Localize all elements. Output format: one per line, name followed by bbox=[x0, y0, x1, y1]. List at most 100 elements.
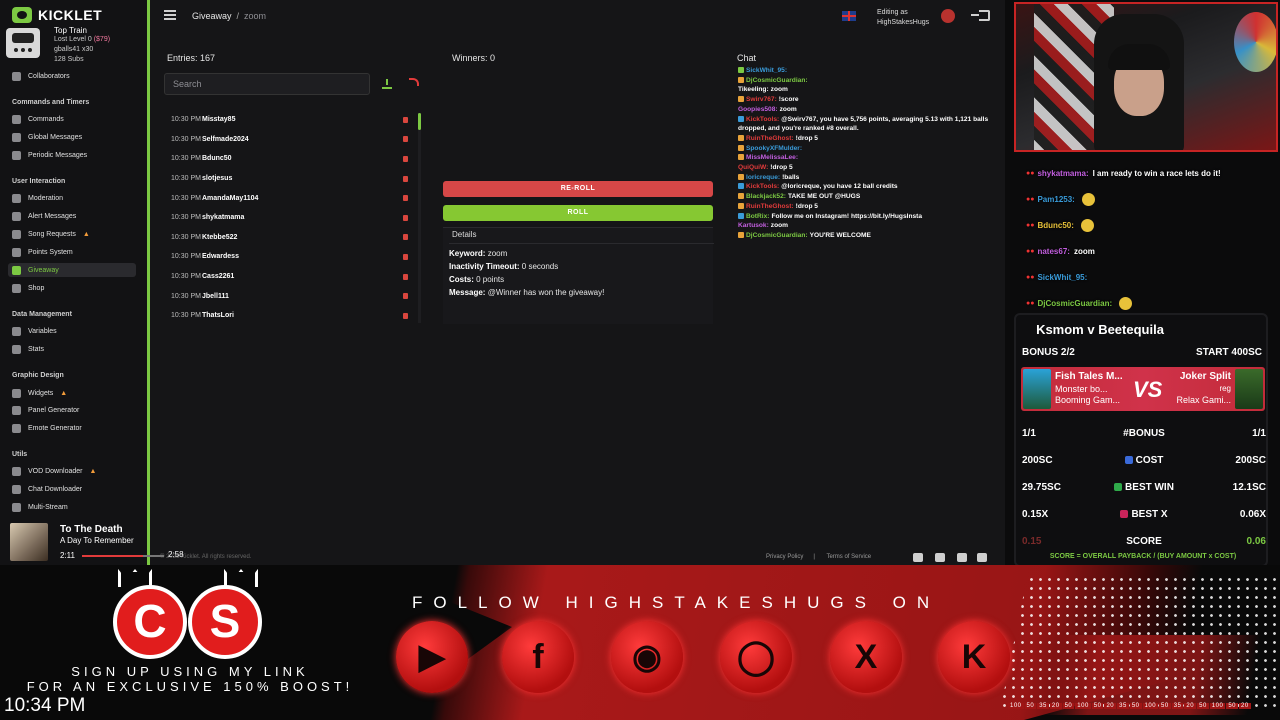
sidebar-item-points-system[interactable]: Points System bbox=[12, 245, 140, 259]
entry-username: shykatmama bbox=[202, 214, 245, 222]
discord-icon[interactable] bbox=[913, 553, 923, 562]
delete-icon[interactable] bbox=[403, 175, 408, 182]
delete-icon[interactable] bbox=[403, 195, 408, 202]
menu-toggle-icon[interactable] bbox=[164, 10, 176, 20]
language-flag-icon[interactable] bbox=[842, 11, 856, 21]
download-icon[interactable] bbox=[382, 79, 392, 89]
stream-chat-text: zoom bbox=[1073, 246, 1095, 256]
delete-icon[interactable] bbox=[403, 234, 408, 241]
game1-name: Fish Tales M... bbox=[1055, 371, 1123, 382]
stream-chat-message: ●● nates67: zoom bbox=[1026, 238, 1276, 264]
delete-icon[interactable] bbox=[403, 136, 408, 143]
x-icon[interactable] bbox=[957, 553, 967, 562]
multiplier-label: 35 bbox=[1037, 703, 1049, 709]
kicklet-logo-icon bbox=[12, 7, 32, 23]
delete-icon[interactable] bbox=[403, 312, 408, 319]
x-icon: X bbox=[830, 621, 902, 693]
multiplier-label: 20 bbox=[1104, 703, 1117, 709]
privacy-policy-link[interactable]: Privacy Policy bbox=[766, 554, 803, 560]
sidebar-item-widgets[interactable]: Widgets ▲ bbox=[12, 386, 140, 400]
chat-message: KickTools: @Swirv767, you have 5,756 poin… bbox=[732, 115, 997, 134]
sidebar-item-vod-downloader[interactable]: VOD Downloader ▲ bbox=[12, 464, 140, 478]
chat-text: !drop 5 bbox=[795, 202, 818, 210]
signup-promo: SIGN UP USING MY LINK FOR AN EXCLUSIVE 1… bbox=[26, 664, 354, 694]
chat-text: @loricreque, you have 12 ball credits bbox=[781, 183, 898, 191]
kick-icon[interactable] bbox=[935, 553, 945, 562]
plinko-multipliers: 100 50 35 20 50 100 50 20 35 50 100 50 35 20 50 100 50 20 bbox=[1008, 703, 1278, 709]
sidebar-item-multi-stream[interactable]: Multi-Stream bbox=[12, 500, 140, 514]
chat-text: !drop 5 bbox=[770, 164, 793, 172]
chat-username: RuinTheGhost: bbox=[746, 202, 794, 210]
multiplier-label: 50 bbox=[1197, 703, 1209, 709]
bonus-battle-widget: Ksmom v Beetequila BONUS 2/2 START 400SC… bbox=[1014, 313, 1268, 567]
sidebar-item-periodic-messages[interactable]: Periodic Messages bbox=[12, 148, 140, 162]
terms-link[interactable]: Terms of Service bbox=[826, 554, 871, 560]
delete-icon[interactable] bbox=[403, 253, 408, 260]
bonus-stat-row: 0.15 SCORE 0.06 bbox=[1022, 536, 1266, 550]
sidebar-item-collaborators[interactable]: Collaborators bbox=[12, 69, 140, 83]
undo-icon[interactable] bbox=[409, 78, 419, 86]
entry-row: 10:30 PM Ktebbe522 bbox=[164, 228, 420, 248]
reroll-button[interactable]: RE-ROLL bbox=[443, 181, 713, 197]
entry-time: 10:30 PM bbox=[171, 155, 201, 163]
multi-stream-icon bbox=[12, 502, 21, 512]
sidebar-item-song-requests[interactable]: Song Requests ▲ bbox=[12, 227, 140, 241]
sidebar-item-alert-messages[interactable]: Alert Messages bbox=[12, 209, 140, 223]
game1-thumbnail bbox=[1023, 369, 1051, 409]
entry-row: 10:30 PM Bdunc50 bbox=[164, 149, 420, 169]
sidebar-item-chat-downloader[interactable]: Chat Downloader bbox=[12, 482, 140, 496]
delete-icon[interactable] bbox=[403, 293, 408, 300]
sidebar-item-shop[interactable]: Shop bbox=[12, 281, 140, 295]
chat-username: DjCosmicGuardian: bbox=[746, 231, 808, 239]
song-duration: 2:58 bbox=[168, 550, 184, 559]
sidebar-item-stats[interactable]: Stats bbox=[12, 342, 140, 356]
sidebar-item-global-messages[interactable]: Global Messages bbox=[12, 130, 140, 144]
sidebar-item-moderation[interactable]: Moderation bbox=[12, 191, 140, 205]
song-progress-bar bbox=[82, 555, 164, 557]
entry-time: 10:30 PM bbox=[171, 253, 201, 261]
delete-icon[interactable] bbox=[403, 273, 408, 280]
docs-icon[interactable] bbox=[977, 553, 987, 562]
badge-icon bbox=[738, 193, 744, 200]
song-progress-fill bbox=[82, 555, 143, 557]
kicklet-logo[interactable]: KICKLET bbox=[12, 7, 102, 23]
scrollbar-thumb[interactable] bbox=[418, 113, 421, 130]
entries-scrollbar[interactable] bbox=[418, 113, 421, 323]
chat-username: Blackjack52: bbox=[746, 193, 786, 201]
download-icon bbox=[12, 466, 21, 476]
delete-icon[interactable] bbox=[403, 116, 408, 123]
collaborators-icon bbox=[12, 71, 21, 81]
entry-username: Jbell111 bbox=[202, 292, 229, 300]
search-input[interactable]: Search bbox=[164, 73, 370, 95]
entry-row: 10:30 PM AmandaMay1104 bbox=[164, 188, 420, 208]
breadcrumb-root[interactable]: Giveaway bbox=[192, 11, 232, 21]
details-title: Details bbox=[452, 230, 477, 239]
sidebar: KICKLET Top Train Lost Level 0 ($79) gba… bbox=[0, 0, 150, 565]
game2-name: Joker Split bbox=[1179, 371, 1231, 382]
avatar[interactable] bbox=[941, 9, 955, 23]
emote-icon bbox=[12, 423, 21, 433]
sidebar-item-variables[interactable]: Variables bbox=[12, 324, 140, 338]
sidebar-item-commands[interactable]: Commands bbox=[12, 112, 140, 126]
badge-icon bbox=[738, 212, 744, 219]
nav-section-utils: Utils bbox=[12, 451, 28, 458]
delete-icon[interactable] bbox=[403, 155, 408, 162]
sidebar-item-panel-generator[interactable]: Panel Generator bbox=[12, 403, 140, 417]
sidebar-item-giveaway[interactable]: Giveaway bbox=[8, 263, 136, 277]
sidebar-item-emote-generator[interactable]: Emote Generator bbox=[12, 421, 140, 435]
game1-sub: Monster bo... bbox=[1055, 384, 1108, 394]
gift-icon bbox=[12, 265, 21, 275]
stream-chat-username: SickWhit_95: bbox=[1037, 272, 1088, 282]
bonus-start: START 400SC bbox=[1196, 347, 1262, 358]
game1-provider: Booming Gam... bbox=[1055, 395, 1121, 405]
versus-label: VS bbox=[1133, 377, 1163, 402]
delete-icon[interactable] bbox=[403, 214, 408, 221]
roll-button[interactable]: ROLL bbox=[443, 205, 713, 221]
chat-text: zoom bbox=[770, 86, 788, 94]
chat-username: SpookyXFMulder: bbox=[746, 144, 803, 152]
logout-icon[interactable] bbox=[971, 10, 990, 21]
entries-list: 10:30 PM Misstay85 10:30 PM Selfmade2024 10:… bbox=[164, 110, 420, 325]
cs-logo-left: C bbox=[113, 585, 187, 659]
chat-message: Tikeeling: zoom bbox=[732, 85, 997, 95]
stat-right-value: 0.06X bbox=[1239, 509, 1266, 520]
